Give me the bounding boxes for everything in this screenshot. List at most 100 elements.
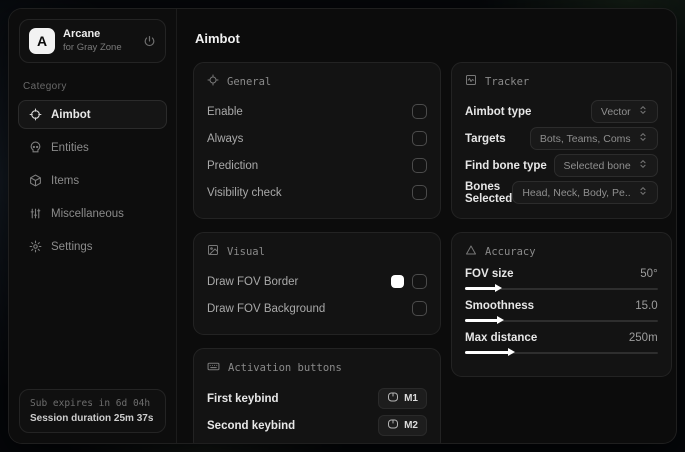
slider-value: 50° (640, 268, 658, 280)
select-value: Selected bone (563, 159, 631, 172)
section-title: Tracker (485, 75, 530, 88)
crosshair-icon (207, 74, 219, 89)
triangle-icon (465, 244, 477, 259)
crosshair-icon (29, 108, 42, 121)
box-icon (29, 174, 42, 187)
second-keybind-button[interactable]: M2 (378, 415, 427, 436)
accuracy-card: Accuracy FOV size 50° Smoothness 15.0 Ma… (451, 232, 672, 377)
setting-row-find-bone-type: Find bone type Selected bone (465, 152, 658, 179)
visibility-check-checkbox[interactable] (412, 185, 427, 200)
setting-row-bones-selected: Bones Selected Head, Neck, Body, Pe.. (465, 179, 658, 206)
unload-icon[interactable] (143, 35, 156, 48)
draw-fov-border-checkbox[interactable] (412, 274, 427, 289)
setting-label: Draw FOV Border (207, 275, 299, 288)
enable-checkbox[interactable] (412, 104, 427, 119)
sidebar-item-aimbot[interactable]: Aimbot (18, 100, 167, 129)
setting-row-always: Always (207, 125, 427, 152)
visual-card: Visual Draw FOV Border Draw FOV Backgrou… (193, 232, 441, 335)
setting-row-visibility-check: Visibility check (207, 179, 427, 206)
first-keybind-button[interactable]: M1 (378, 388, 427, 409)
select-value: Vector (600, 105, 631, 118)
app-header-card: A Arcane for Gray Zone (19, 19, 166, 63)
fov-size-slider[interactable] (465, 284, 658, 292)
chevron-up-down-icon (638, 132, 648, 145)
sidebar-item-label: Entities (51, 141, 89, 154)
section-title: Visual (227, 245, 265, 258)
general-card: General Enable Always Prediction Visibil… (193, 62, 441, 219)
always-checkbox[interactable] (412, 131, 427, 146)
keybind-value: M2 (404, 420, 418, 431)
main-panel: Aimbot General Enable Always Prediction … (177, 9, 676, 443)
sidebar: A Arcane for Gray Zone Category Aimbot E… (9, 9, 177, 443)
setting-label: Bones Selected (465, 180, 513, 205)
slider-value: 15.0 (635, 300, 658, 312)
fov-border-color-swatch[interactable] (391, 275, 404, 288)
setting-row-draw-fov-background: Draw FOV Background (207, 295, 427, 322)
chevron-up-down-icon (638, 105, 648, 118)
setting-label: Second keybind (207, 419, 296, 432)
setting-label: Targets (465, 132, 506, 145)
setting-row-enable: Enable (207, 98, 427, 125)
app-name: Arcane (63, 28, 101, 41)
select-value: Bots, Teams, Coms (539, 132, 631, 145)
setting-label: Draw FOV Background (207, 302, 326, 315)
setting-label: Always (207, 132, 244, 145)
image-icon (207, 244, 219, 259)
chevron-up-down-icon (638, 159, 648, 172)
setting-label: Enable (207, 105, 243, 118)
skull-icon (29, 141, 42, 154)
setting-row-aimbot-type: Aimbot type Vector (465, 98, 658, 125)
page-title: Aimbot (195, 31, 240, 46)
slider-value: 250m (628, 332, 658, 344)
sidebar-nav: Aimbot Entities Items Miscellaneous Sett… (9, 100, 176, 261)
setting-row-second-keybind: Second keybind M2 (207, 412, 427, 439)
targets-select[interactable]: Bots, Teams, Coms (529, 127, 658, 150)
tracker-card: Tracker Aimbot type Vector Targets Bots,… (451, 62, 672, 219)
activation-card: Activation buttons First keybind M1 Seco… (193, 348, 441, 443)
sidebar-item-miscellaneous[interactable]: Miscellaneous (18, 199, 167, 228)
find-bone-type-select[interactable]: Selected bone (553, 154, 658, 177)
setting-row-draw-fov-border: Draw FOV Border (207, 268, 427, 295)
sub-expires-text: Sub expires in 6d 04h (30, 398, 151, 409)
select-value: Head, Neck, Body, Pe.. (522, 186, 631, 199)
setting-label: Aimbot type (465, 105, 532, 118)
setting-row-targets: Targets Bots, Teams, Coms (465, 125, 658, 152)
app-subtitle: for Gray Zone (63, 41, 122, 53)
setting-label: Find bone type (465, 159, 547, 172)
sidebar-item-label: Settings (51, 240, 93, 253)
smoothness-slider-block: Smoothness 15.0 (465, 300, 658, 324)
max-distance-slider[interactable] (465, 348, 658, 356)
category-label: Category (23, 81, 67, 92)
mouse-icon (387, 419, 399, 432)
prediction-checkbox[interactable] (412, 158, 427, 173)
slider-label: FOV size (465, 268, 514, 280)
sidebar-item-settings[interactable]: Settings (18, 232, 167, 261)
setting-label: Prediction (207, 159, 259, 172)
draw-fov-background-checkbox[interactable] (412, 301, 427, 316)
sidebar-item-label: Miscellaneous (51, 207, 124, 220)
sidebar-item-items[interactable]: Items (18, 166, 167, 195)
sidebar-item-entities[interactable]: Entities (18, 133, 167, 162)
keyboard-icon (207, 360, 220, 376)
aimbot-type-select[interactable]: Vector (590, 100, 658, 123)
gear-icon (29, 240, 42, 253)
mouse-icon (387, 392, 399, 405)
section-title: Accuracy (485, 245, 536, 258)
subscription-card: Sub expires in 6d 04h Session duration 2… (19, 389, 166, 433)
setting-row-prediction: Prediction (207, 152, 427, 179)
app-meta: Arcane for Gray Zone (63, 28, 135, 54)
slider-label: Max distance (465, 332, 538, 344)
max-distance-slider-block: Max distance 250m (465, 332, 658, 356)
setting-label: Visibility check (207, 186, 282, 199)
activity-icon (465, 74, 477, 89)
section-title: Activation buttons (228, 362, 342, 374)
section-title: General (227, 75, 272, 88)
fov-size-slider-block: FOV size 50° (465, 268, 658, 292)
app-logo: A (29, 28, 55, 54)
sidebar-item-label: Items (51, 174, 80, 187)
setting-label: First keybind (207, 392, 279, 405)
smoothness-slider[interactable] (465, 316, 658, 324)
bones-selected-select[interactable]: Head, Neck, Body, Pe.. (512, 181, 658, 204)
app-window: A Arcane for Gray Zone Category Aimbot E… (8, 8, 677, 444)
sliders-icon (29, 207, 42, 220)
